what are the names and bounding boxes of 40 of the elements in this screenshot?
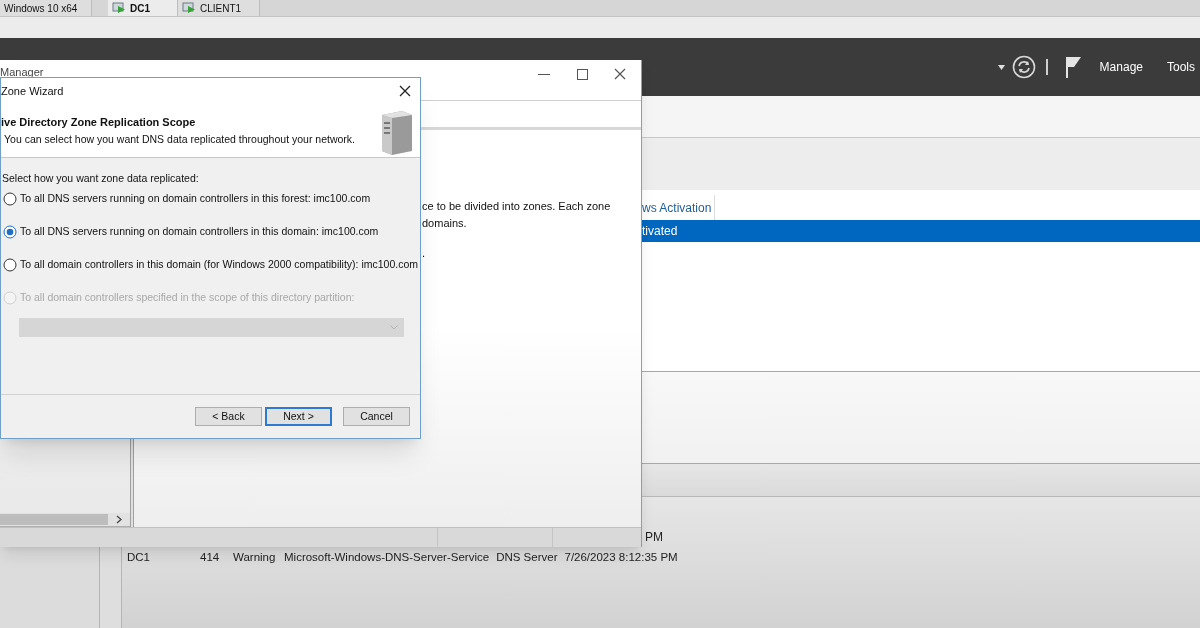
table-cell-text: Microsoft-Windows-DNS-Server-Service <box>284 550 490 566</box>
dropdown-caret-icon[interactable] <box>997 64 1005 70</box>
body-text: ce to be divided into zones. Each zone <box>422 199 612 214</box>
dropdown-caret-icon <box>390 324 398 330</box>
radio-option[interactable]: To all domain controllers in this domain (for Windows 2000 compatibility): imc100.com <box>1 254 420 275</box>
radio-button[interactable] <box>3 224 17 239</box>
vm-tab[interactable]: DC1 <box>108 0 178 16</box>
window-title: Zone Wizard <box>1 83 64 99</box>
window-title: Manager <box>0 65 44 80</box>
menu-item[interactable]: Tools <box>1167 58 1195 76</box>
radio-button[interactable] <box>3 191 17 206</box>
maximize-icon[interactable] <box>577 68 588 80</box>
menu-item[interactable]: Manage <box>1099 58 1143 76</box>
radio-option[interactable]: To all DNS servers running on domain controllers in this domain: imc100.com <box>1 221 420 242</box>
vm-tab[interactable]: CLIENT1 <box>178 0 260 16</box>
prompt-text: Select how you want zone data replicated: <box>1 171 200 186</box>
close-icon[interactable] <box>614 68 626 80</box>
table-row[interactable]: tivated <box>642 220 1200 242</box>
flag-icon[interactable] <box>1064 56 1081 78</box>
body-text: . <box>422 246 427 261</box>
table-cell-text: DNS Server <box>496 550 558 566</box>
radio-option: To all domain controllers specified in the scope of this directory partition: <box>1 287 420 308</box>
radio-option[interactable]: To all DNS servers running on domain controllers in this forest: imc100.com <box>1 188 420 209</box>
table-cell-text: 414 <box>200 550 221 566</box>
body-text: domains. <box>422 215 468 231</box>
wizard-subheading: You can select how you want DNS data replicated throughout your network. <box>3 131 355 147</box>
horizontal-scrollbar[interactable] <box>0 513 130 527</box>
wizard-heading: ive Directory Zone Replication Scope <box>1 115 197 130</box>
table-cell-text: 7/26/2023 8:12:35 PM <box>564 550 678 566</box>
vm-tab[interactable]: Windows 10 x64 <box>0 0 92 16</box>
table-cell-text: DC1 <box>127 550 151 566</box>
wizard-button[interactable]: < Back <box>195 407 262 426</box>
close-icon[interactable] <box>399 85 411 97</box>
wizard-button[interactable]: Next > <box>265 407 332 426</box>
table-cell-text: Warning <box>233 550 277 566</box>
table-cell-text: PM <box>645 529 663 546</box>
radio-button[interactable] <box>3 257 17 272</box>
refresh-icon[interactable] <box>1011 55 1036 79</box>
scroll-right-icon[interactable] <box>115 515 123 524</box>
wizard-button[interactable]: Cancel <box>343 407 410 426</box>
